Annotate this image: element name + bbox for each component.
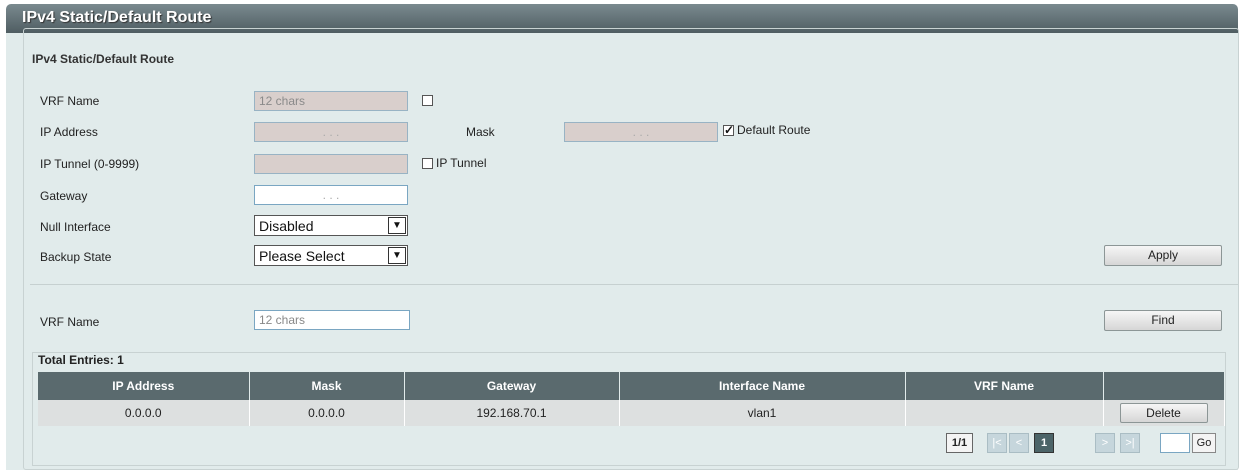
null-interface-label: Null Interface	[40, 220, 111, 234]
last-page-button[interactable]: >|	[1120, 433, 1140, 453]
mask-dots: . . .	[632, 125, 650, 139]
delete-button[interactable]: Delete	[1119, 403, 1208, 423]
apply-button[interactable]: Apply	[1104, 245, 1222, 266]
vrf-name-label: VRF Name	[40, 94, 100, 108]
backup-state-label: Backup State	[40, 250, 112, 264]
page-number-input[interactable]	[1160, 433, 1190, 453]
ip-address-label: IP Address	[40, 125, 98, 139]
gateway-dots: . . .	[322, 188, 340, 202]
gateway-label: Gateway	[40, 189, 88, 203]
current-page-button[interactable]: 1	[1034, 433, 1054, 453]
ip-address-input[interactable]: . . .	[254, 122, 408, 142]
cell-mask: 0.0.0.0	[249, 400, 405, 426]
cell-action: Delete	[1103, 400, 1225, 426]
default-route-label: Default Route	[737, 123, 811, 137]
vrf-name-checkbox[interactable]	[422, 95, 433, 106]
vrf-name-input[interactable]: 12 chars	[254, 91, 408, 111]
ip-tunnel-label: IP Tunnel (0-9999)	[40, 157, 140, 171]
col-header-ip-address: IP Address	[38, 372, 250, 400]
col-header-action	[1103, 372, 1225, 400]
col-header-vrf-name: VRF Name	[905, 372, 1104, 400]
section-divider	[30, 284, 1238, 285]
gateway-input[interactable]: . . .	[254, 185, 408, 205]
page-title: IPv4 Static/Default Route	[22, 9, 212, 26]
search-vrf-name-input[interactable]: 12 chars	[254, 310, 410, 330]
chevron-down-icon: ▼	[388, 217, 406, 234]
next-page-button[interactable]: >	[1095, 433, 1115, 453]
cell-vrf-name	[905, 400, 1104, 426]
go-button[interactable]: Go	[1192, 433, 1216, 453]
section-legend: IPv4 Static/Default Route	[28, 52, 179, 66]
null-interface-value: Disabled	[259, 218, 314, 234]
prev-page-button[interactable]: <	[1009, 433, 1029, 453]
total-entries: Total Entries: 1	[38, 353, 124, 367]
table-header-row: IP Address Mask Gateway Interface Name V…	[38, 372, 1225, 400]
cell-gateway: 192.168.70.1	[404, 400, 620, 426]
null-interface-select[interactable]: Disabled ▼	[254, 215, 408, 236]
col-header-mask: Mask	[249, 372, 405, 400]
table-row: 0.0.0.0 0.0.0.0 192.168.70.1 vlan1 Delet…	[38, 400, 1225, 426]
ip-tunnel-checkbox[interactable]	[422, 158, 433, 169]
backup-state-select[interactable]: Please Select ▼	[254, 245, 408, 266]
route-table: IP Address Mask Gateway Interface Name V…	[38, 372, 1225, 426]
default-route-checkbox[interactable]	[723, 123, 734, 137]
ip-tunnel-input[interactable]	[254, 154, 408, 174]
cell-interface-name: vlan1	[619, 400, 906, 426]
backup-state-value: Please Select	[259, 248, 345, 264]
mask-label: Mask	[466, 125, 495, 139]
find-button[interactable]: Find	[1104, 310, 1222, 331]
ip-address-dots: . . .	[322, 125, 340, 139]
chevron-down-icon: ▼	[388, 247, 406, 264]
mask-input[interactable]: . . .	[564, 122, 718, 142]
col-header-interface-name: Interface Name	[619, 372, 906, 400]
cell-ip-address: 0.0.0.0	[38, 400, 250, 426]
first-page-button[interactable]: |<	[987, 433, 1007, 453]
ip-tunnel-check-label: IP Tunnel	[436, 156, 487, 170]
page-info: 1/1	[946, 433, 973, 453]
search-vrf-name-label: VRF Name	[40, 315, 100, 329]
col-header-gateway: Gateway	[404, 372, 620, 400]
